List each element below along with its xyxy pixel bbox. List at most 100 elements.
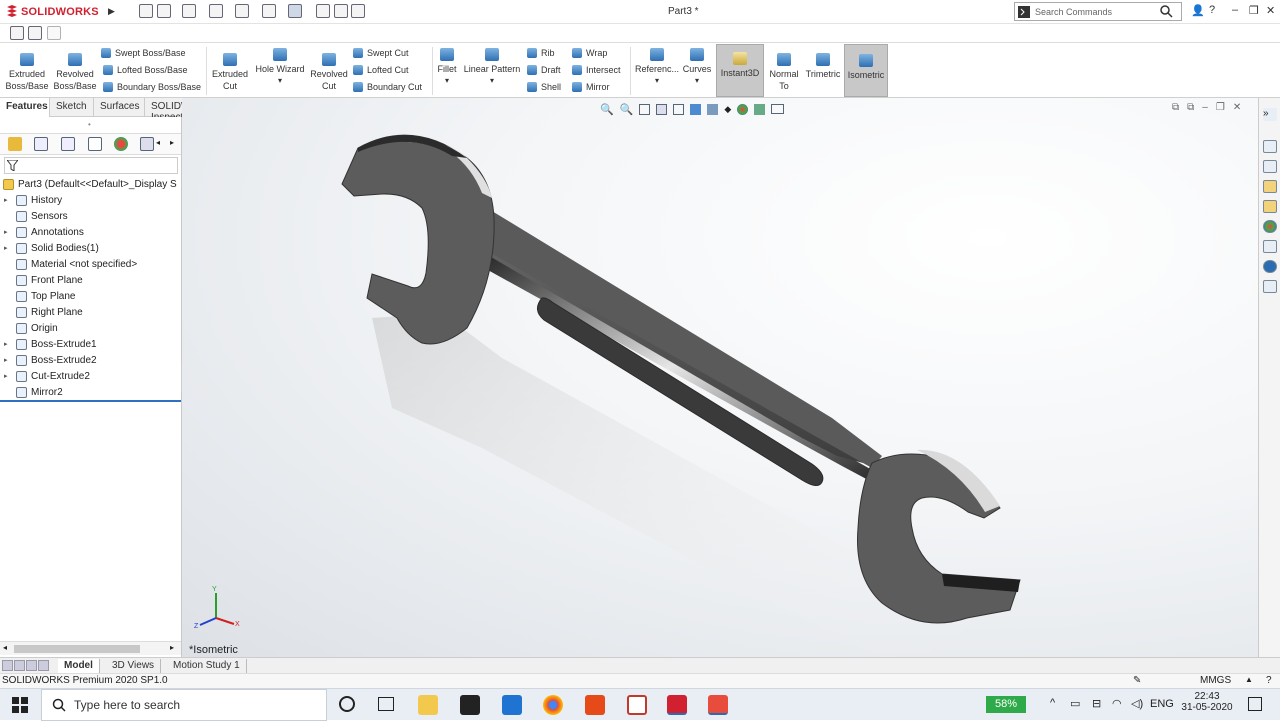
display-manager-tab-icon[interactable] (114, 137, 128, 151)
save-icon[interactable] (209, 4, 223, 18)
clock[interactable]: 22:43 31-05-2020 (1180, 691, 1234, 713)
swept-boss-button[interactable]: Swept Boss/Base (101, 48, 186, 58)
cortana-icon[interactable] (339, 696, 355, 712)
tree-item[interactable]: Mirror2 (4, 384, 63, 400)
tree-item[interactable]: ▸ Annotations (4, 224, 84, 240)
taskbar-search-box[interactable]: Type here to search (41, 689, 327, 721)
tab-motion-study[interactable]: Motion Study 1 (167, 659, 247, 673)
rollback-bar[interactable] (0, 400, 181, 402)
user-icon[interactable]: 👤 (1191, 4, 1205, 17)
property-manager-tab-icon[interactable] (34, 137, 48, 151)
file-properties-icon[interactable] (334, 4, 348, 18)
new-document-icon[interactable] (157, 4, 171, 18)
horizontal-scrollbar[interactable]: ◂ ▸ (0, 641, 181, 655)
tree-item[interactable]: ▸ Boss-Extrude2 (4, 352, 97, 368)
tab-sketch[interactable]: Sketch (50, 98, 94, 117)
tab-model[interactable]: Model (58, 659, 100, 673)
mail-app-icon[interactable] (502, 695, 522, 715)
tab-features[interactable]: Features (0, 98, 50, 117)
tree-item[interactable]: Top Plane (4, 288, 75, 304)
revolved-boss-button[interactable]: Revolved Boss/Base (52, 53, 98, 92)
cam-tab-icon[interactable] (140, 137, 154, 151)
trimetric-button[interactable]: Trimetric (804, 53, 842, 80)
battery-indicator[interactable]: 58% (986, 696, 1026, 713)
intersect-button[interactable]: Intersect (572, 65, 621, 75)
graphics-area[interactable]: 🔍 🔍 ◆ ⧉ ⧉ – ❐ ✕ Y X Z *Isometric (182, 98, 1258, 657)
office-app-icon[interactable] (585, 695, 605, 715)
scroll-right-icon[interactable]: ▸ (170, 643, 174, 652)
tree-item[interactable]: ▸ Boss-Extrude1 (4, 336, 97, 352)
units-dropdown-icon[interactable]: ▲ (1245, 675, 1253, 684)
search-commands-input[interactable]: Search Commands (1014, 2, 1182, 21)
tree-item[interactable]: Origin (4, 320, 58, 336)
wrench-model[interactable]: Y X Z (182, 98, 1258, 657)
instant3d-button[interactable]: Instant3D (716, 44, 764, 97)
tree-item[interactable]: ▸ Solid Bodies(1) (4, 240, 99, 256)
dropdown-arrow-icon[interactable]: ▾ (634, 75, 680, 87)
custom-properties-icon[interactable] (1263, 240, 1277, 253)
dropdown-arrow-icon[interactable]: ▾ (681, 75, 713, 87)
file-explorer-icon[interactable] (1263, 180, 1277, 193)
dimxpert-tab-icon[interactable] (88, 137, 102, 151)
tree-item[interactable]: Sensors (4, 208, 68, 224)
tree-item[interactable]: ▸ History (4, 192, 62, 208)
hole-wizard-button[interactable]: Hole Wizard ▾ (253, 48, 307, 87)
boundary-boss-button[interactable]: Boundary Boss/Base (103, 82, 201, 92)
help-button[interactable]: ? (1209, 4, 1215, 16)
tree-item[interactable]: Front Plane (4, 272, 83, 288)
tab-3d-views[interactable]: 3D Views (106, 659, 162, 673)
design-library-icon[interactable] (1263, 160, 1277, 173)
notifications-icon[interactable] (1248, 697, 1262, 711)
options-gear-icon[interactable] (351, 4, 365, 18)
pin-icon[interactable] (47, 26, 61, 40)
tree-item[interactable]: ▸ Cut-Extrude2 (4, 368, 90, 384)
task-view-icon[interactable] (378, 697, 394, 711)
close-button[interactable]: ✕ (1266, 4, 1275, 17)
print-icon[interactable] (235, 4, 249, 18)
linear-pattern-button[interactable]: Linear Pattern ▾ (461, 48, 523, 87)
3d-experience-icon[interactable] (1263, 280, 1277, 293)
rib-button[interactable]: Rib (527, 48, 555, 58)
wifi-icon[interactable]: ◠ (1112, 697, 1122, 710)
dropdown-arrow-icon[interactable]: ▾ (435, 75, 459, 87)
next-tab-icon[interactable] (26, 660, 37, 671)
camera-icon[interactable] (10, 26, 24, 40)
scrollbar-thumb[interactable] (14, 645, 140, 653)
app-logo[interactable]: SOLIDWORKS (6, 4, 99, 20)
lofted-boss-button[interactable]: Lofted Boss/Base (103, 65, 188, 75)
expand-arrow-icon[interactable]: ▸ (4, 196, 16, 204)
configuration-manager-tab-icon[interactable] (61, 137, 75, 151)
solidworks-app-icon[interactable] (667, 695, 687, 715)
revolved-cut-button[interactable]: Revolved Cut (308, 53, 350, 92)
store-app-icon[interactable] (460, 695, 480, 715)
fillet-button[interactable]: Fillet ▾ (435, 48, 459, 87)
solidworks-resources-icon[interactable] (1263, 140, 1277, 153)
expand-arrow-icon[interactable]: ▸ (4, 228, 16, 236)
tab-surfaces[interactable]: Surfaces (94, 98, 145, 117)
tree-item[interactable]: Material <not specified> (4, 256, 137, 272)
isometric-button[interactable]: Isometric (844, 44, 888, 97)
expand-arrow-icon[interactable]: ▸ (4, 372, 16, 380)
language-indicator[interactable]: ENG (1150, 698, 1174, 710)
minimize-button[interactable]: – (1232, 4, 1238, 16)
mirror-button[interactable]: Mirror (572, 82, 610, 92)
select-icon[interactable] (288, 4, 302, 18)
network-icon[interactable]: ⊟ (1092, 697, 1101, 710)
tree-item[interactable]: Right Plane (4, 304, 83, 320)
units-text[interactable]: MMGS (1200, 675, 1231, 686)
lofted-cut-button[interactable]: Lofted Cut (353, 65, 409, 75)
show-hidden-icons-icon[interactable]: ^ (1050, 697, 1055, 709)
reference-geometry-button[interactable]: Referenc... ▾ (634, 48, 680, 87)
expand-arrow-icon[interactable]: ▸ (4, 356, 16, 364)
customize-icon[interactable]: ? (1266, 675, 1272, 686)
scroll-left-icon[interactable]: ◂ (3, 643, 7, 652)
forum-icon[interactable] (1263, 260, 1277, 273)
panel-handle-icon[interactable]: • (88, 120, 91, 129)
battery-icon[interactable]: ▭ (1070, 697, 1080, 710)
snipping-tool-icon[interactable] (627, 695, 647, 715)
expand-arrow-icon[interactable]: ▸ (4, 340, 16, 348)
restore-button[interactable]: ❐ (1249, 4, 1259, 17)
tree-root[interactable]: Part3 (Default<<Default>_Display S (3, 176, 177, 192)
home-icon[interactable] (139, 4, 153, 18)
menu-expand-icon[interactable]: ▶ (108, 6, 115, 17)
